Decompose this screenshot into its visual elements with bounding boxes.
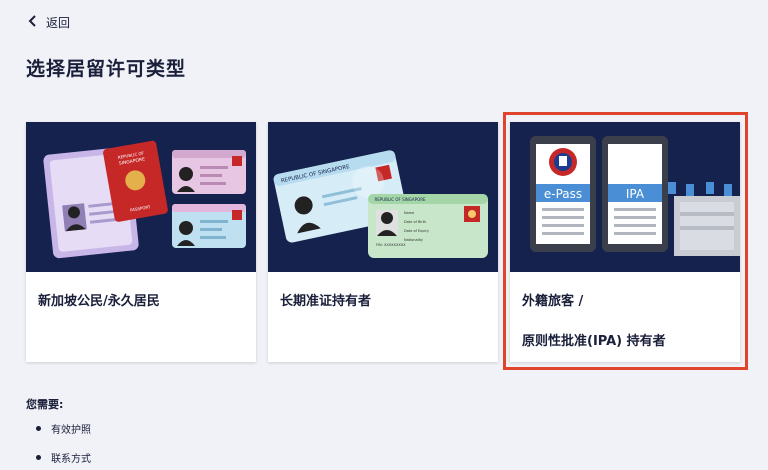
card-field-nationality: Nationality [404, 238, 423, 242]
card-foreign-visitor-label-line2: 原则性批准(IPA) 持有者 [522, 334, 666, 349]
requirement-item: 有效护照 [36, 421, 91, 436]
card-foreign-visitor-ipa[interactable]: e-Pass IPA 外籍旅客 / 原则性批准(IPA) 持有者 [510, 122, 740, 362]
fin-label: FIN: XXXXXXXXX [376, 243, 406, 247]
requirement-passport: 有效护照 [51, 425, 91, 436]
ipa-label: IPA [626, 187, 645, 201]
requirement-item: 联系方式 [36, 450, 91, 465]
ltp-card-illustration: REPUBLIC OF SINGAPORE REPUBLIC OF SINGAP… [268, 122, 498, 272]
epass-label: e-Pass [544, 187, 582, 201]
page-title: 选择居留许可类型 [26, 58, 187, 80]
card-citizen-pr[interactable]: REPUBLIC OF SINGAPORE PASSPORT 新加坡公民/永久居… [26, 122, 256, 362]
card-citizen-pr-label: 新加坡公民/永久居民 [38, 294, 160, 309]
epass-ipa-illustration: e-Pass IPA [510, 122, 740, 272]
card-field-dob: Date of Birth [404, 220, 426, 224]
bullet-icon [36, 426, 41, 431]
card-foreign-visitor-label-line1: 外籍旅客 / [522, 294, 584, 309]
requirements-title: 您需要: [26, 398, 64, 411]
front-card-header-text: REPUBLIC OF SINGAPORE [375, 197, 426, 202]
card-field-name: Name [404, 211, 414, 215]
chevron-left-icon [28, 15, 38, 30]
card-field-expiry: Date of Expiry [404, 229, 429, 233]
card-long-term-pass[interactable]: REPUBLIC OF SINGAPORE REPUBLIC OF SINGAP… [268, 122, 498, 362]
requirement-contact: 联系方式 [51, 454, 91, 465]
back-label: 返回 [46, 16, 71, 30]
card-long-term-pass-label: 长期准证持有者 [280, 294, 372, 309]
bullet-icon [36, 455, 41, 460]
back-link[interactable]: 返回 [28, 14, 70, 31]
passport-ic-illustration: REPUBLIC OF SINGAPORE PASSPORT [26, 122, 256, 272]
